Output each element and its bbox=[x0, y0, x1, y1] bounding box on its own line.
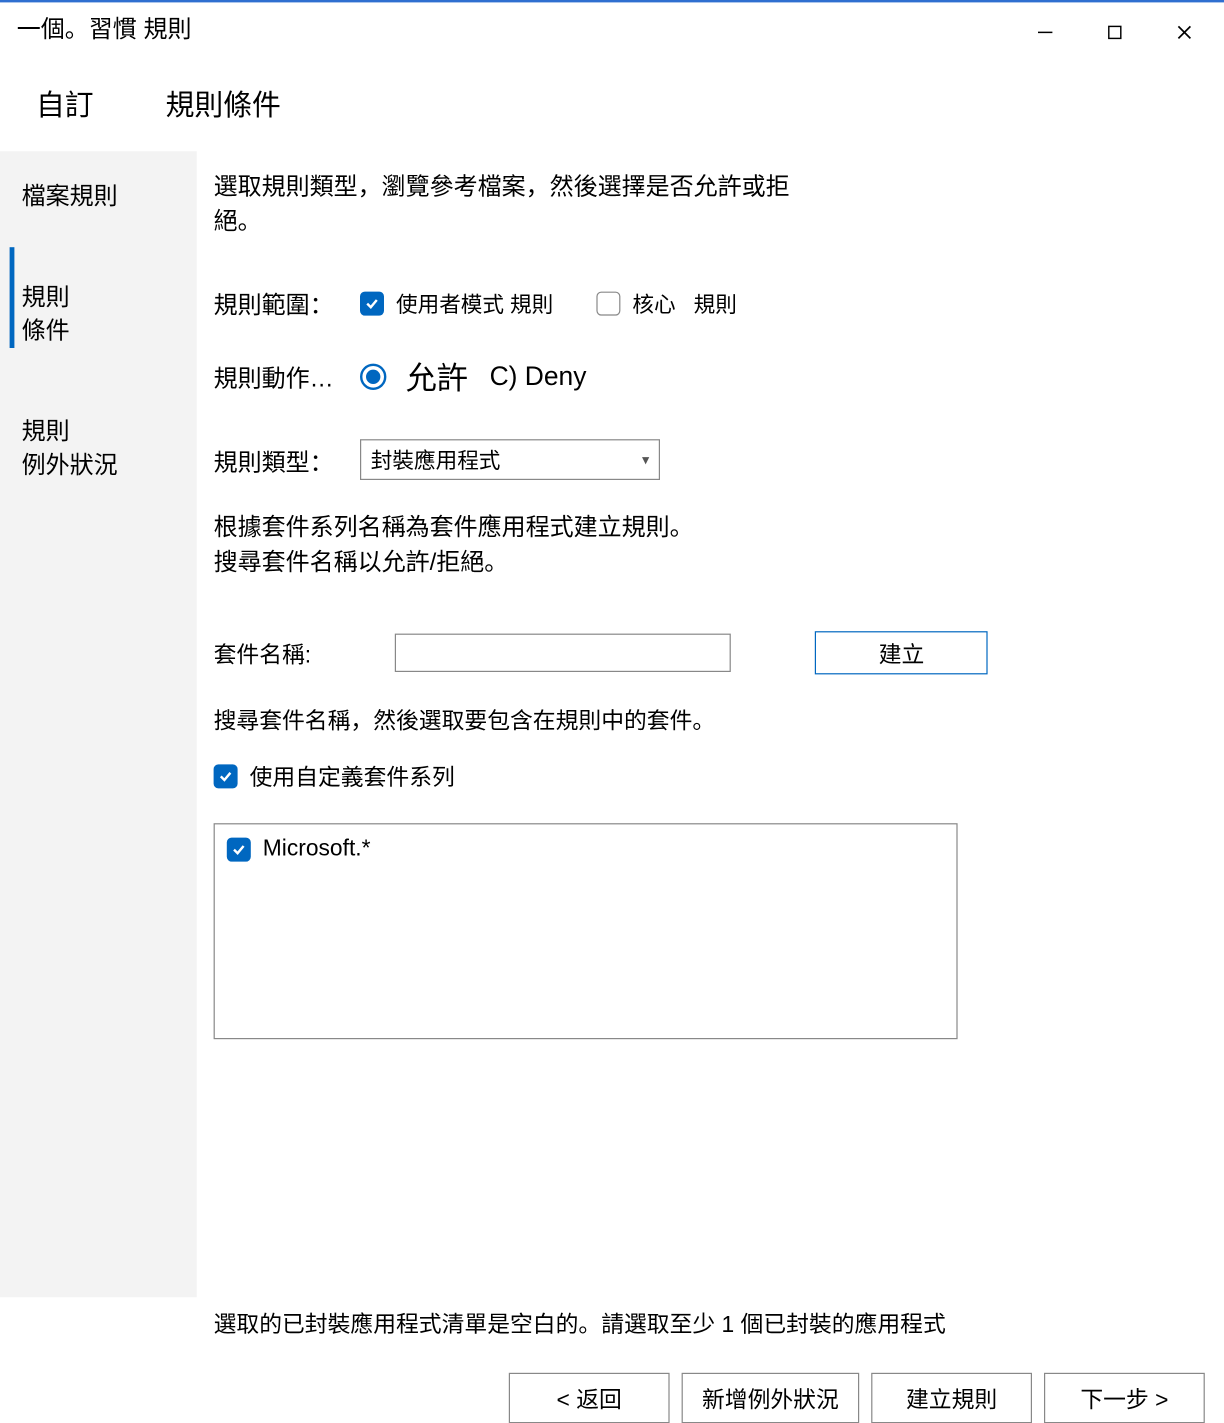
list-item-checkbox[interactable] bbox=[227, 838, 251, 862]
titlebar: 一個。習慣 規則 bbox=[0, 0, 1224, 55]
create-rule-button[interactable]: 建立規則 bbox=[871, 1373, 1032, 1423]
package-name-input[interactable] bbox=[395, 634, 731, 672]
sidebar-item-label: 規則 條件 bbox=[22, 284, 70, 344]
subheader-left: 自訂 bbox=[36, 82, 94, 124]
action-label: 規則動作… bbox=[214, 359, 346, 394]
custom-package-checkbox[interactable] bbox=[214, 764, 238, 788]
footer-message: 選取的已封裝應用程式清單是空白的。請選取至少 1 個已封裝的應用程式 bbox=[0, 1297, 1224, 1353]
content-pane: 選取規則類型，瀏覽參考檔案，然後選擇是否允許或拒絕。 規則範圍： 使用者模式 規… bbox=[197, 151, 1224, 1297]
custom-package-label: 使用自定義套件系列 bbox=[250, 760, 455, 792]
kernel-label: 核心 規則 bbox=[632, 287, 736, 318]
create-button[interactable]: 建立 bbox=[815, 631, 988, 674]
sidebar-item-label: 規則 例外狀況 bbox=[22, 419, 118, 479]
back-button[interactable]: < 返回 bbox=[509, 1373, 670, 1423]
rule-type-value: 封裝應用程式 bbox=[371, 444, 501, 475]
window-controls bbox=[1010, 10, 1224, 56]
package-name-label: 套件名稱: bbox=[214, 637, 312, 669]
sidebar-item-label: 檔案規則 bbox=[22, 184, 118, 210]
deny-label: C) Deny bbox=[490, 361, 587, 392]
footer-buttons: < 返回 新增例外狀況 建立規則 下一步 > bbox=[0, 1354, 1224, 1423]
rule-type-select[interactable]: 封裝應用程式 ▾ bbox=[360, 439, 660, 480]
next-button[interactable]: 下一步 > bbox=[1044, 1373, 1205, 1423]
minimize-button[interactable] bbox=[1010, 10, 1080, 56]
kernel-checkbox[interactable] bbox=[596, 291, 620, 315]
maximize-button[interactable] bbox=[1080, 10, 1150, 56]
chevron-down-icon: ▾ bbox=[642, 451, 649, 468]
package-listbox[interactable]: Microsoft.* bbox=[214, 823, 958, 1039]
intro-text: 選取規則類型，瀏覽參考檔案，然後選擇是否允許或拒絕。 bbox=[214, 170, 790, 240]
user-mode-checkbox[interactable] bbox=[360, 291, 384, 315]
description-text: 根據套件系列名稱為套件應用程式建立規則。 搜尋套件名稱以允許/拒絕。 bbox=[214, 511, 1208, 581]
sidebar-item-rule-conditions[interactable]: 規則 條件 bbox=[0, 230, 197, 364]
window-title: 一個。習慣 規則 bbox=[17, 10, 192, 45]
add-exception-button[interactable]: 新增例外狀況 bbox=[682, 1373, 860, 1423]
list-item[interactable]: Microsoft.* bbox=[222, 834, 949, 865]
list-item-label: Microsoft.* bbox=[263, 836, 371, 862]
subheader: 自訂 規則條件 bbox=[0, 55, 1224, 151]
allow-radio[interactable] bbox=[360, 363, 386, 389]
close-button[interactable] bbox=[1150, 10, 1220, 56]
scope-label: 規則範圍： bbox=[214, 286, 346, 321]
sidebar-item-file-rule[interactable]: 檔案規則 bbox=[0, 163, 197, 230]
subheader-right: 規則條件 bbox=[166, 82, 281, 124]
type-label: 規則類型： bbox=[214, 442, 346, 477]
allow-label: 允許 bbox=[406, 354, 468, 398]
sidebar-item-rule-exceptions[interactable]: 規則 例外狀況 bbox=[0, 365, 197, 499]
sidebar: 檔案規則 規則 條件 規則 例外狀況 bbox=[0, 151, 197, 1297]
search-hint: 搜尋套件名稱，然後選取要包含在規則中的套件。 bbox=[214, 703, 1208, 735]
user-mode-label: 使用者模式 規則 bbox=[396, 287, 553, 318]
